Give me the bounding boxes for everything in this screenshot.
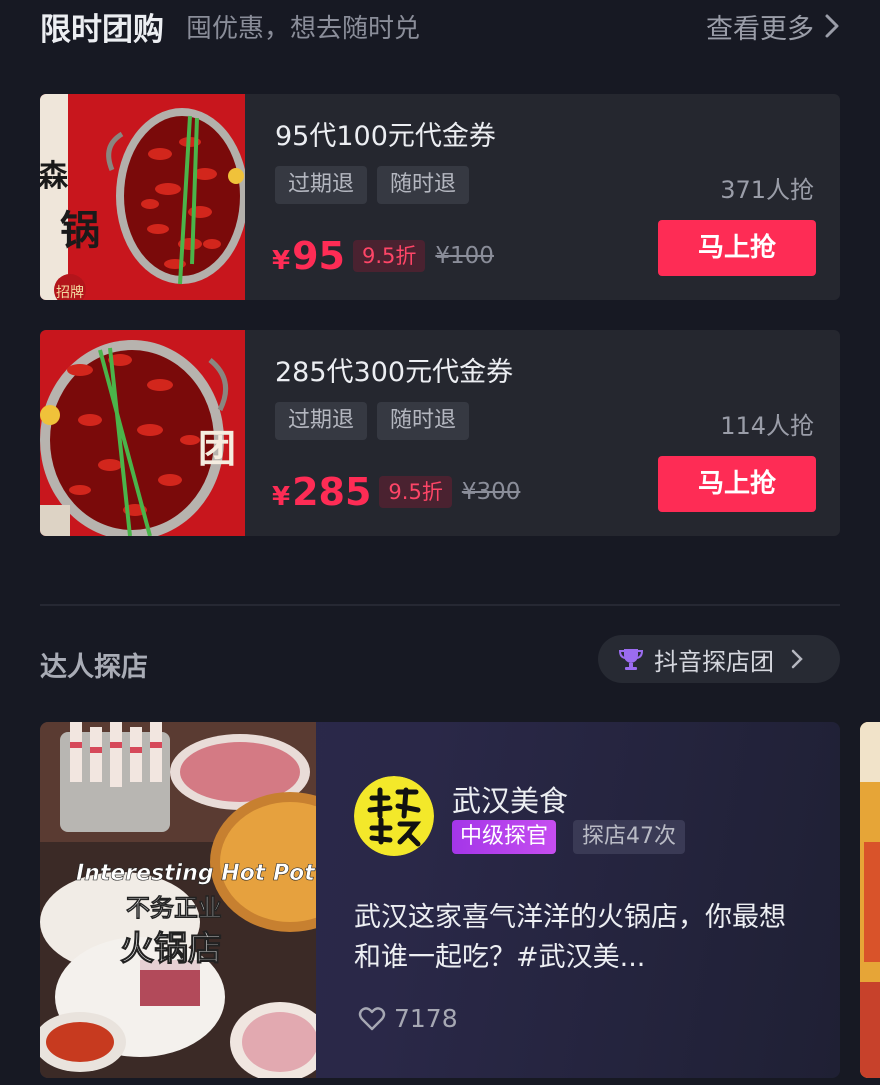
currency-symbol: ¥ bbox=[272, 246, 291, 276]
price-value: 95 bbox=[292, 234, 345, 278]
svg-text:招牌: 招牌 bbox=[56, 284, 84, 300]
section-subtitle: 囤优惠，想去随时兑 bbox=[186, 13, 421, 44]
deal-card[interactable]: 团 285代300元代金券 过期退 随时退 114人抢 ¥ 285 9.5折 ¥… bbox=[40, 330, 840, 536]
tag-expired-refund: 过期退 bbox=[275, 166, 368, 204]
explorer-level-badge: 中级探官 bbox=[452, 820, 557, 854]
original-price: ¥300 bbox=[461, 479, 521, 505]
like-count[interactable]: 7178 bbox=[358, 1004, 458, 1033]
deal-price: ¥ 285 bbox=[272, 470, 371, 514]
price-value: 285 bbox=[292, 470, 372, 514]
post-thumbnail: Interesting Hot Pot 不务正业 火锅店 bbox=[40, 722, 316, 1078]
see-more-label: 查看更多 bbox=[706, 13, 814, 45]
price-row: ¥ 95 9.5折 ¥100 bbox=[272, 234, 494, 278]
next-post-card-peek[interactable] bbox=[860, 722, 880, 1078]
deal-title: 95代100元代金券 bbox=[275, 121, 496, 152]
discount-badge: 9.5折 bbox=[379, 476, 452, 508]
author-name[interactable]: 武汉美食 bbox=[452, 778, 568, 820]
tag-anytime-refund: 随时退 bbox=[377, 402, 470, 440]
svg-text:火锅店: 火锅店 bbox=[120, 929, 222, 969]
original-price: ¥100 bbox=[435, 243, 494, 269]
svg-text:Interesting Hot Pot: Interesting Hot Pot bbox=[76, 861, 316, 886]
currency-symbol: ¥ bbox=[272, 482, 291, 512]
price-row: ¥ 285 9.5折 ¥300 bbox=[272, 470, 520, 514]
douyin-explore-team-button[interactable]: 抖音探店团 bbox=[598, 635, 840, 683]
visit-count-badge: 探店47次 bbox=[573, 820, 685, 854]
post-description: 武汉这家喜气洋洋的火锅店，你最想和谁一起吃？#武汉美... bbox=[354, 902, 786, 973]
svg-text:森: 森 bbox=[40, 159, 69, 194]
deal-tags: 过期退 随时退 bbox=[275, 402, 470, 440]
svg-text:锅: 锅 bbox=[60, 207, 100, 254]
svg-text:不务正业: 不务正业 bbox=[126, 894, 222, 922]
like-count-value: 7178 bbox=[394, 1004, 458, 1033]
grab-count: 371人抢 bbox=[720, 176, 814, 204]
author-avatar[interactable] bbox=[354, 776, 434, 856]
influencer-section-title: 达人探店 bbox=[40, 652, 148, 683]
flash-deals-header: 限时团购 囤优惠，想去随时兑 查看更多 bbox=[40, 0, 840, 52]
see-more-link[interactable]: 查看更多 bbox=[706, 7, 840, 46]
grab-count: 114人抢 bbox=[720, 412, 814, 440]
deal-tags: 过期退 随时退 bbox=[275, 166, 470, 204]
deal-thumbnail: 团 bbox=[40, 330, 245, 536]
grab-now-button[interactable]: 马上抢 bbox=[658, 220, 816, 276]
section-divider bbox=[40, 604, 840, 606]
section-title: 限时团购 bbox=[40, 11, 164, 48]
discount-badge: 9.5折 bbox=[352, 240, 426, 272]
chevron-right-icon bbox=[791, 649, 803, 669]
deal-thumbnail: 森 锅 招牌 bbox=[40, 94, 245, 300]
svg-text:团: 团 bbox=[198, 426, 236, 471]
deal-card[interactable]: 森 锅 招牌 95代100元代金券 过期退 随时退 371人抢 ¥ 95 9.5… bbox=[40, 94, 840, 300]
tag-anytime-refund: 随时退 bbox=[377, 166, 470, 204]
tag-expired-refund: 过期退 bbox=[275, 402, 368, 440]
deal-title: 285代300元代金券 bbox=[275, 357, 514, 388]
grab-now-button[interactable]: 马上抢 bbox=[658, 456, 816, 512]
trophy-icon bbox=[618, 649, 644, 670]
influencer-post-card[interactable]: Interesting Hot Pot 不务正业 火锅店 武汉美食 中级探官 探… bbox=[40, 722, 840, 1078]
deal-price: ¥ 95 bbox=[272, 234, 345, 278]
chevron-right-icon bbox=[825, 14, 839, 38]
heart-icon bbox=[358, 1006, 386, 1030]
team-pill-label: 抖音探店团 bbox=[654, 647, 774, 676]
